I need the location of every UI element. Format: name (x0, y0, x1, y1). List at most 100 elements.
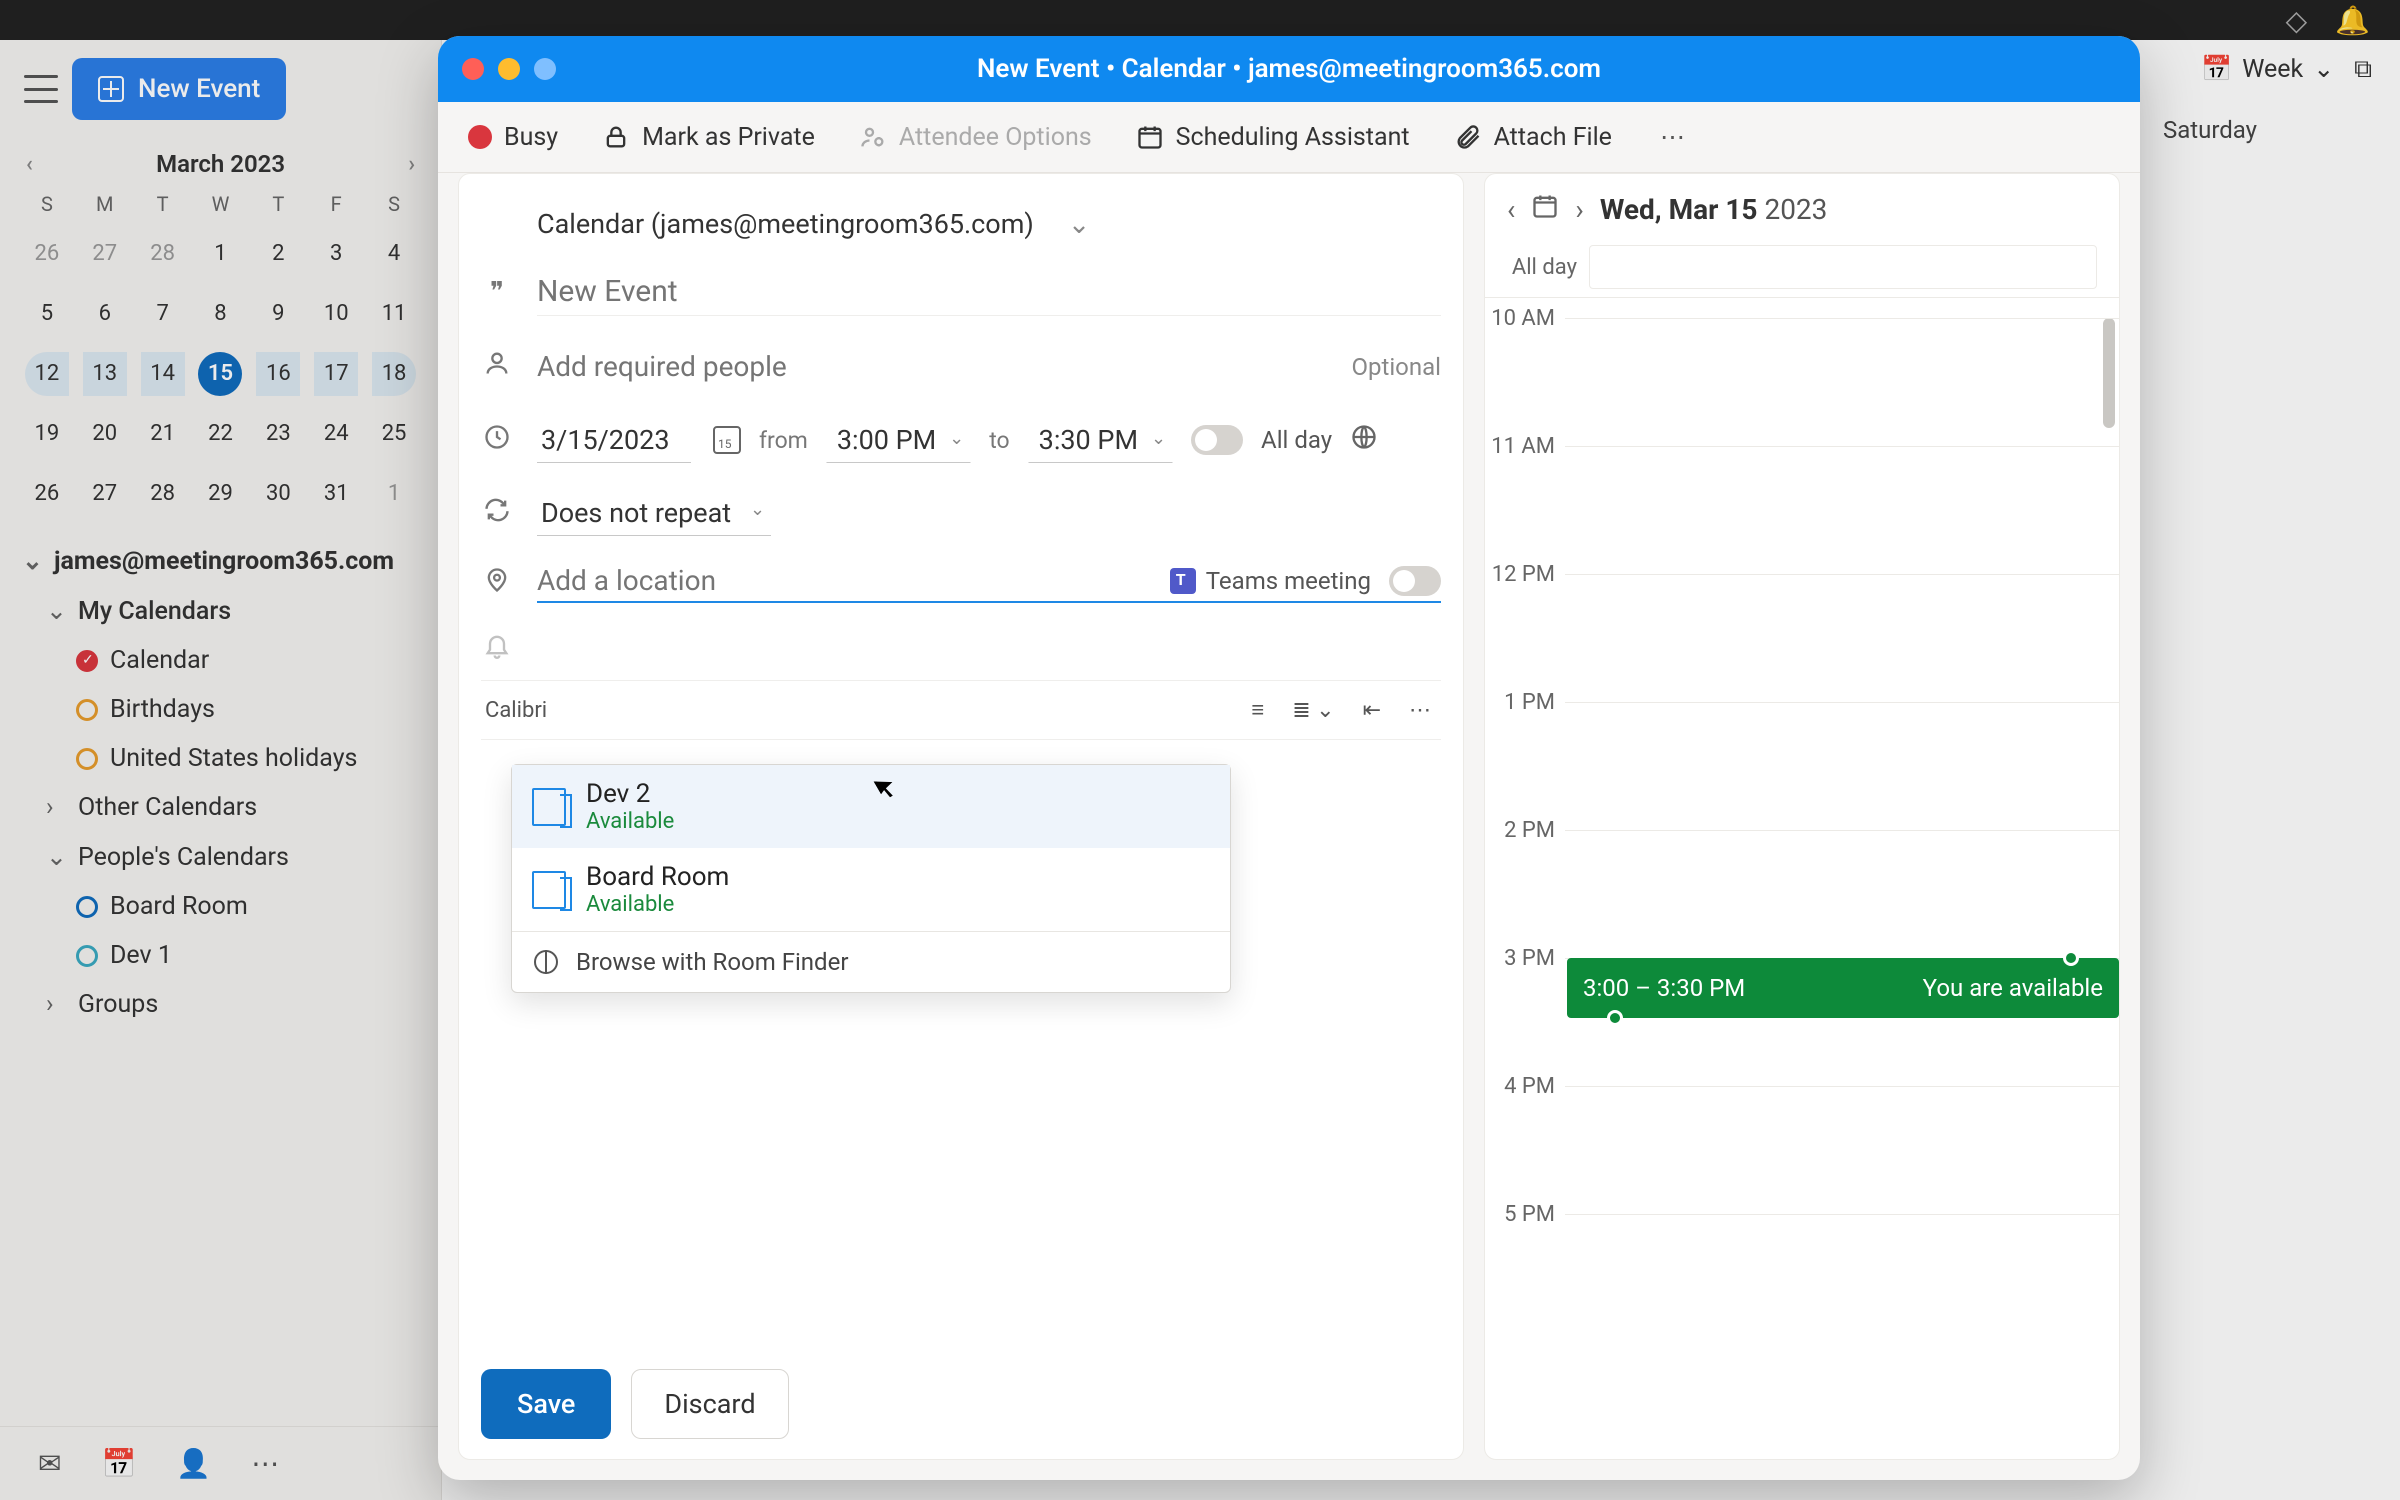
scheduling-assistant-button[interactable]: Scheduling Assistant (1136, 123, 1410, 152)
proposed-event-block[interactable]: 3:00 – 3:30 PMYou are available (1567, 958, 2119, 1018)
my-calendars[interactable]: ⌄My Calendars (8, 586, 433, 636)
all-day-toggle[interactable] (1191, 425, 1243, 455)
more-icon[interactable]: ⋯ (251, 1447, 279, 1480)
optional-link[interactable]: Optional (1351, 353, 1441, 381)
people-cal-boardroom[interactable]: Board Room (8, 882, 433, 931)
modal-titlebar[interactable]: New Event • Calendar • james@meetingroom… (438, 36, 2140, 102)
mini-day[interactable]: 11 (372, 292, 416, 336)
align-icon[interactable]: ≣ ⌄ (1286, 694, 1340, 727)
bell-icon[interactable]: 🔔 (2335, 4, 2370, 37)
prev-month-icon[interactable]: ‹ (26, 152, 33, 177)
required-people-input[interactable] (537, 344, 1327, 389)
mini-day[interactable]: 26 (25, 232, 69, 276)
mini-day[interactable]: 28 (141, 472, 185, 516)
resize-handle-bottom[interactable] (1607, 1010, 1623, 1026)
repeat-select[interactable]: Does not repeat⌄ (537, 491, 771, 536)
mini-day[interactable]: 25 (372, 412, 416, 456)
event-title-input[interactable] (537, 268, 1441, 316)
mini-day[interactable]: 17 (314, 352, 358, 396)
mini-day[interactable]: 26 (25, 472, 69, 516)
resize-handle-top[interactable] (2063, 950, 2079, 966)
panel-toggle-icon[interactable]: ⧉ (2354, 55, 2372, 84)
mini-day[interactable]: 18 (372, 352, 416, 396)
mini-day[interactable]: 9 (256, 292, 300, 336)
mini-day[interactable]: 1 (372, 472, 416, 516)
mini-day[interactable]: 13 (83, 352, 127, 396)
mini-day[interactable]: 31 (314, 472, 358, 516)
mini-day[interactable]: 28 (141, 232, 185, 276)
room-option-dev2[interactable]: Dev 2 Available (512, 765, 1230, 848)
minimize-window-icon[interactable] (498, 58, 520, 80)
mini-day[interactable]: 4 (372, 232, 416, 276)
people-calendars[interactable]: ⌄People's Calendars (8, 832, 433, 882)
mini-day[interactable]: 24 (314, 412, 358, 456)
announce-icon[interactable]: ◇ (2286, 4, 2308, 37)
mini-day[interactable]: 14 (141, 352, 185, 396)
account-row[interactable]: ⌄james@meetingroom365.com (8, 536, 433, 586)
mini-day[interactable]: 27 (83, 232, 127, 276)
mini-day[interactable]: 10 (314, 292, 358, 336)
mini-day[interactable]: 20 (83, 412, 127, 456)
mini-day[interactable]: 5 (25, 292, 69, 336)
other-calendars[interactable]: ›Other Calendars (8, 783, 433, 832)
cal-us-holidays[interactable]: United States holidays (8, 734, 433, 783)
date-picker-icon[interactable] (713, 426, 741, 454)
rt-overflow-icon[interactable]: ⋯ (1403, 694, 1437, 727)
cal-birthdays[interactable]: Birthdays (8, 685, 433, 734)
teams-meeting-toggle[interactable] (1389, 566, 1441, 596)
mini-day[interactable]: 29 (198, 472, 242, 516)
mini-day[interactable]: 21 (141, 412, 185, 456)
timezone-icon[interactable] (1350, 423, 1378, 458)
discard-button[interactable]: Discard (631, 1369, 788, 1439)
prev-day-icon[interactable]: ‹ (1507, 193, 1515, 226)
allday-slot[interactable] (1589, 245, 2097, 289)
mini-day[interactable]: 6 (83, 292, 127, 336)
cal-calendar[interactable]: Calendar (8, 636, 433, 685)
next-month-icon[interactable]: › (408, 152, 415, 177)
hour-row[interactable]: 12 PM (1485, 574, 2119, 599)
font-select[interactable]: Calibri (485, 698, 547, 723)
hour-row[interactable]: 2 PM (1485, 830, 2119, 855)
room-option-boardroom[interactable]: Board Room Available (512, 848, 1230, 931)
people-cal-dev1[interactable]: Dev 1 (8, 931, 433, 980)
zoom-window-icon[interactable] (534, 58, 556, 80)
attach-file-button[interactable]: Attach File (1454, 123, 1612, 152)
mini-day[interactable]: 27 (83, 472, 127, 516)
availability-timeline[interactable]: 10 AM11 AM12 PM1 PM2 PM3 PM4 PM5 PM3:00 … (1485, 298, 2119, 1459)
mini-day[interactable]: 7 (141, 292, 185, 336)
mini-day[interactable]: 15 (198, 352, 242, 396)
hour-row[interactable]: 4 PM (1485, 1086, 2119, 1111)
calendar-icon[interactable]: 📅 (101, 1447, 136, 1480)
mail-icon[interactable]: ✉ (38, 1447, 61, 1480)
allday-row[interactable]: All day (1485, 237, 2119, 298)
groups[interactable]: ›Groups (8, 980, 433, 1029)
hour-row[interactable]: 10 AM (1485, 318, 2119, 343)
mini-calendar[interactable]: ‹ March 2023 › SMTWTFS262728123456789101… (0, 134, 441, 522)
date-input[interactable]: 3/15/2023 (537, 418, 691, 463)
mini-day[interactable]: 2 (256, 232, 300, 276)
hour-row[interactable]: 1 PM (1485, 702, 2119, 727)
close-window-icon[interactable] (462, 58, 484, 80)
people-icon[interactable]: 👤 (176, 1447, 211, 1480)
browse-room-finder[interactable]: Browse with Room Finder (512, 931, 1230, 992)
mini-day[interactable]: 30 (256, 472, 300, 516)
hour-row[interactable]: 5 PM (1485, 1214, 2119, 1239)
list-icon[interactable]: ≡ (1245, 693, 1270, 727)
mini-day[interactable]: 12 (25, 352, 69, 396)
mini-day[interactable]: 16 (256, 352, 300, 396)
mini-day[interactable]: 22 (198, 412, 242, 456)
new-event-button[interactable]: New Event (72, 58, 286, 120)
hamburger-icon[interactable] (24, 75, 58, 103)
indent-icon[interactable]: ⇤ (1357, 694, 1387, 727)
mark-private-button[interactable]: Mark as Private (602, 123, 815, 152)
save-button[interactable]: Save (481, 1369, 611, 1439)
mini-day[interactable]: 23 (256, 412, 300, 456)
location-input[interactable] (537, 564, 1152, 597)
calendar-select-row[interactable]: Calendar (james@meetingroom365.com) ⌄ (481, 194, 1441, 254)
toolbar-overflow[interactable]: ⋯ (1660, 122, 1685, 152)
mini-day[interactable]: 8 (198, 292, 242, 336)
today-calendar-icon[interactable] (1531, 192, 1559, 227)
end-time-select[interactable]: 3:30 PM⌄ (1028, 417, 1173, 463)
view-selector[interactable]: 📅 Week ⌄ (2201, 54, 2334, 84)
window-controls[interactable] (462, 58, 556, 80)
